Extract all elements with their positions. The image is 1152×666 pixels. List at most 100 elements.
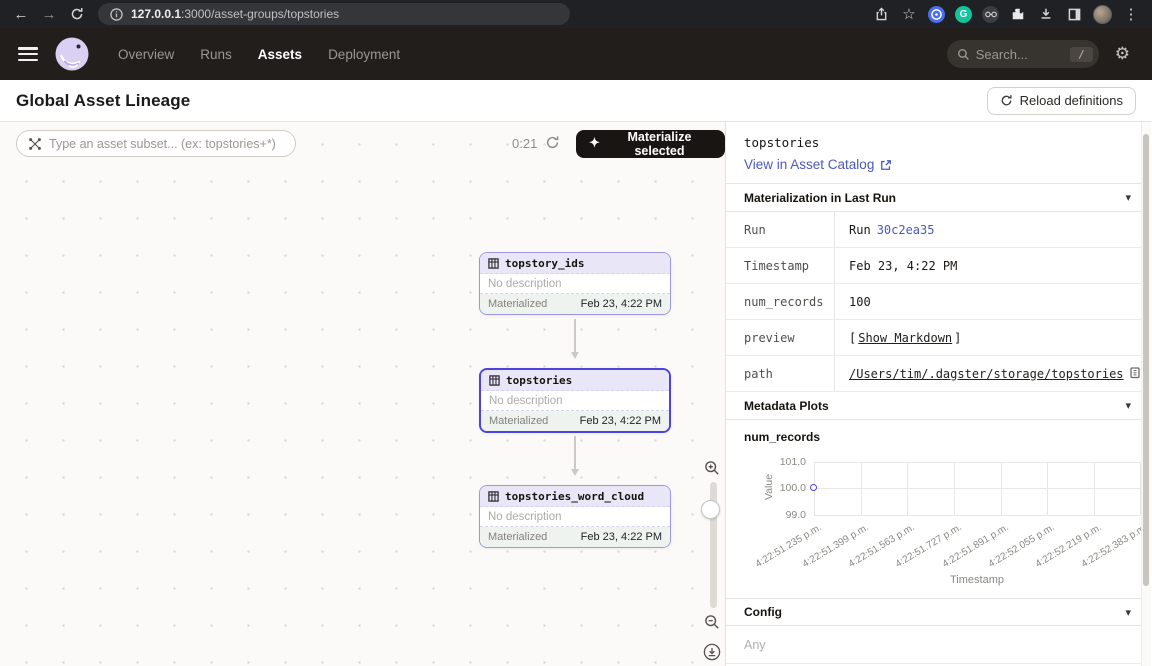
site-info-icon[interactable] [110, 8, 123, 21]
zoom-out-button[interactable] [704, 614, 720, 630]
collapse-caret-icon[interactable]: ▾ [1125, 191, 1131, 204]
meta-row-timestamp: Timestamp Feb 23, 4:22 PM [726, 248, 1151, 284]
y-axis-label: Value [763, 474, 775, 500]
search-icon [957, 48, 970, 61]
glasses-extension-icon[interactable] [982, 6, 999, 23]
nav-item-overview[interactable]: Overview [118, 47, 174, 62]
address-bar[interactable]: 127.0.0.1:3000/asset-groups/topstories [98, 3, 570, 25]
page-header: Global Asset Lineage Reload definitions [0, 80, 1152, 122]
reload-icon [1000, 94, 1013, 107]
nav-item-runs[interactable]: Runs [200, 47, 232, 62]
browser-reload-button[interactable] [64, 2, 90, 26]
zoom-to-fit-button[interactable] [703, 643, 721, 661]
nav-item-assets[interactable]: Assets [258, 47, 302, 62]
section-metadata-plots-header[interactable]: Metadata Plots ▾ [726, 392, 1151, 420]
gridline [1047, 462, 1048, 515]
search-shortcut-badge: / [1070, 47, 1093, 62]
asset-filter[interactable] [16, 130, 296, 157]
run-id-link[interactable]: 30c2ea35 [877, 223, 935, 237]
y-tick-label: 99.0 [754, 509, 806, 521]
main-content: 0:21 ✦ Materialize selected topstory_ids… [0, 122, 1152, 666]
dagster-logo[interactable] [54, 36, 90, 72]
meta-value: [ Show Markdown ] [835, 320, 1151, 355]
nav-item-deployment[interactable]: Deployment [328, 47, 400, 62]
num-records-chart: 101.0 100.0 99.0 Value 4:22:51.235 p.m. … [726, 448, 1151, 598]
nav-links: Overview Runs Assets Deployment [118, 47, 400, 62]
table-icon [488, 491, 499, 502]
copy-path-button[interactable] [1130, 367, 1142, 380]
meta-label: preview [726, 320, 835, 355]
meta-label: path [726, 356, 835, 391]
browser-forward-button[interactable]: → [36, 2, 62, 26]
asset-description: No description [480, 274, 670, 294]
browser-back-button[interactable]: ← [8, 2, 34, 26]
asset-graph-icon [28, 137, 42, 151]
asset-node-topstory-ids[interactable]: topstory_ids No description Materialized… [479, 252, 671, 315]
collapse-caret-icon[interactable]: ▾ [1125, 399, 1131, 412]
section-materialization-header[interactable]: Materialization in Last Run ▾ [726, 184, 1151, 212]
asset-filter-input[interactable] [49, 137, 284, 151]
materialize-label: Materialize selected [607, 130, 712, 158]
profile-avatar[interactable] [1093, 5, 1112, 24]
asset-description: No description [481, 391, 669, 411]
onepassword-extension-icon[interactable] [928, 6, 945, 23]
asset-graph-panel[interactable]: 0:21 ✦ Materialize selected topstory_ids… [0, 122, 726, 666]
zoom-in-icon [704, 460, 720, 476]
zoom-in-button[interactable] [704, 460, 720, 476]
meta-row-num-records: num_records 100 [726, 284, 1151, 320]
view-in-asset-catalog-link[interactable]: View in Asset Catalog [744, 157, 1133, 172]
downloads-button[interactable] [1033, 2, 1059, 26]
graph-refresh-button[interactable] [545, 135, 560, 150]
data-point[interactable] [810, 484, 817, 491]
gridline [814, 515, 1140, 516]
chrome-menu-button[interactable]: ⋮ [1118, 2, 1144, 26]
meta-row-preview: preview [ Show Markdown ] [726, 320, 1151, 356]
reading-mode-button[interactable] [1061, 2, 1087, 26]
zoom-slider-handle[interactable] [701, 500, 720, 519]
collapse-caret-icon[interactable]: ▾ [1125, 606, 1131, 619]
extensions-puzzle-button[interactable] [1005, 2, 1031, 26]
asset-name: topstories_word_cloud [505, 490, 644, 503]
reload-icon [70, 7, 84, 21]
y-tick-label: 101.0 [754, 456, 806, 468]
gridline [954, 462, 955, 515]
show-markdown-link[interactable]: Show Markdown [858, 331, 952, 345]
zoom-out-icon [704, 614, 720, 630]
asset-node-topstories[interactable]: topstories No description Materialized F… [479, 368, 671, 433]
table-icon [488, 258, 499, 269]
y-tick-label: 100.0 [754, 482, 806, 494]
grammarly-extension-icon[interactable]: G [955, 6, 972, 23]
hamburger-menu-icon[interactable] [18, 47, 38, 61]
meta-value: 100 [835, 284, 1151, 319]
search-input[interactable] [976, 47, 1046, 62]
bracket-open: [ [849, 331, 856, 345]
asset-detail-panel: topstories View in Asset Catalog Materia… [726, 122, 1151, 666]
browser-chrome: ← → 127.0.0.1:3000/asset-groups/topstori… [0, 0, 1152, 28]
meta-row-run: Run Run 30c2ea35 [726, 212, 1151, 248]
panel-scrollbar-thumb[interactable] [1143, 134, 1149, 586]
settings-gear-icon[interactable]: ⚙ [1115, 44, 1130, 64]
puzzle-icon [1011, 7, 1025, 21]
run-prefix: Run [849, 223, 871, 237]
bookmark-star-button[interactable]: ☆ [896, 2, 922, 26]
meta-value: Feb 23, 4:22 PM [835, 248, 1151, 283]
external-link-icon [880, 159, 892, 171]
reload-definitions-button[interactable]: Reload definitions [987, 87, 1136, 115]
detail-asset-title: topstories [744, 135, 1133, 150]
status-time: Feb 23, 4:22 PM [580, 415, 661, 427]
catalog-link-label: View in Asset Catalog [744, 157, 874, 172]
share-button[interactable] [868, 2, 894, 26]
materialize-sparkle-icon: ✦ [589, 135, 600, 151]
meta-value: /Users/tim/.dagster/storage/topstories [835, 356, 1151, 391]
materialize-selected-button[interactable]: ✦ Materialize selected [576, 130, 725, 158]
page-title: Global Asset Lineage [16, 91, 190, 111]
gridline [1094, 462, 1095, 515]
asset-status-row: Materialized Feb 23, 4:22 PM [480, 527, 670, 547]
global-search[interactable]: / [947, 40, 1099, 68]
section-config-header[interactable]: Config ▾ [726, 598, 1151, 626]
asset-node-topstories-word-cloud[interactable]: topstories_word_cloud No description Mat… [479, 485, 671, 548]
asset-node-header: topstories_word_cloud [480, 486, 670, 507]
path-link[interactable]: /Users/tim/.dagster/storage/topstories [849, 367, 1124, 381]
asset-node-header: topstory_ids [480, 253, 670, 274]
panel-scrollbar-track[interactable] [1141, 122, 1151, 666]
